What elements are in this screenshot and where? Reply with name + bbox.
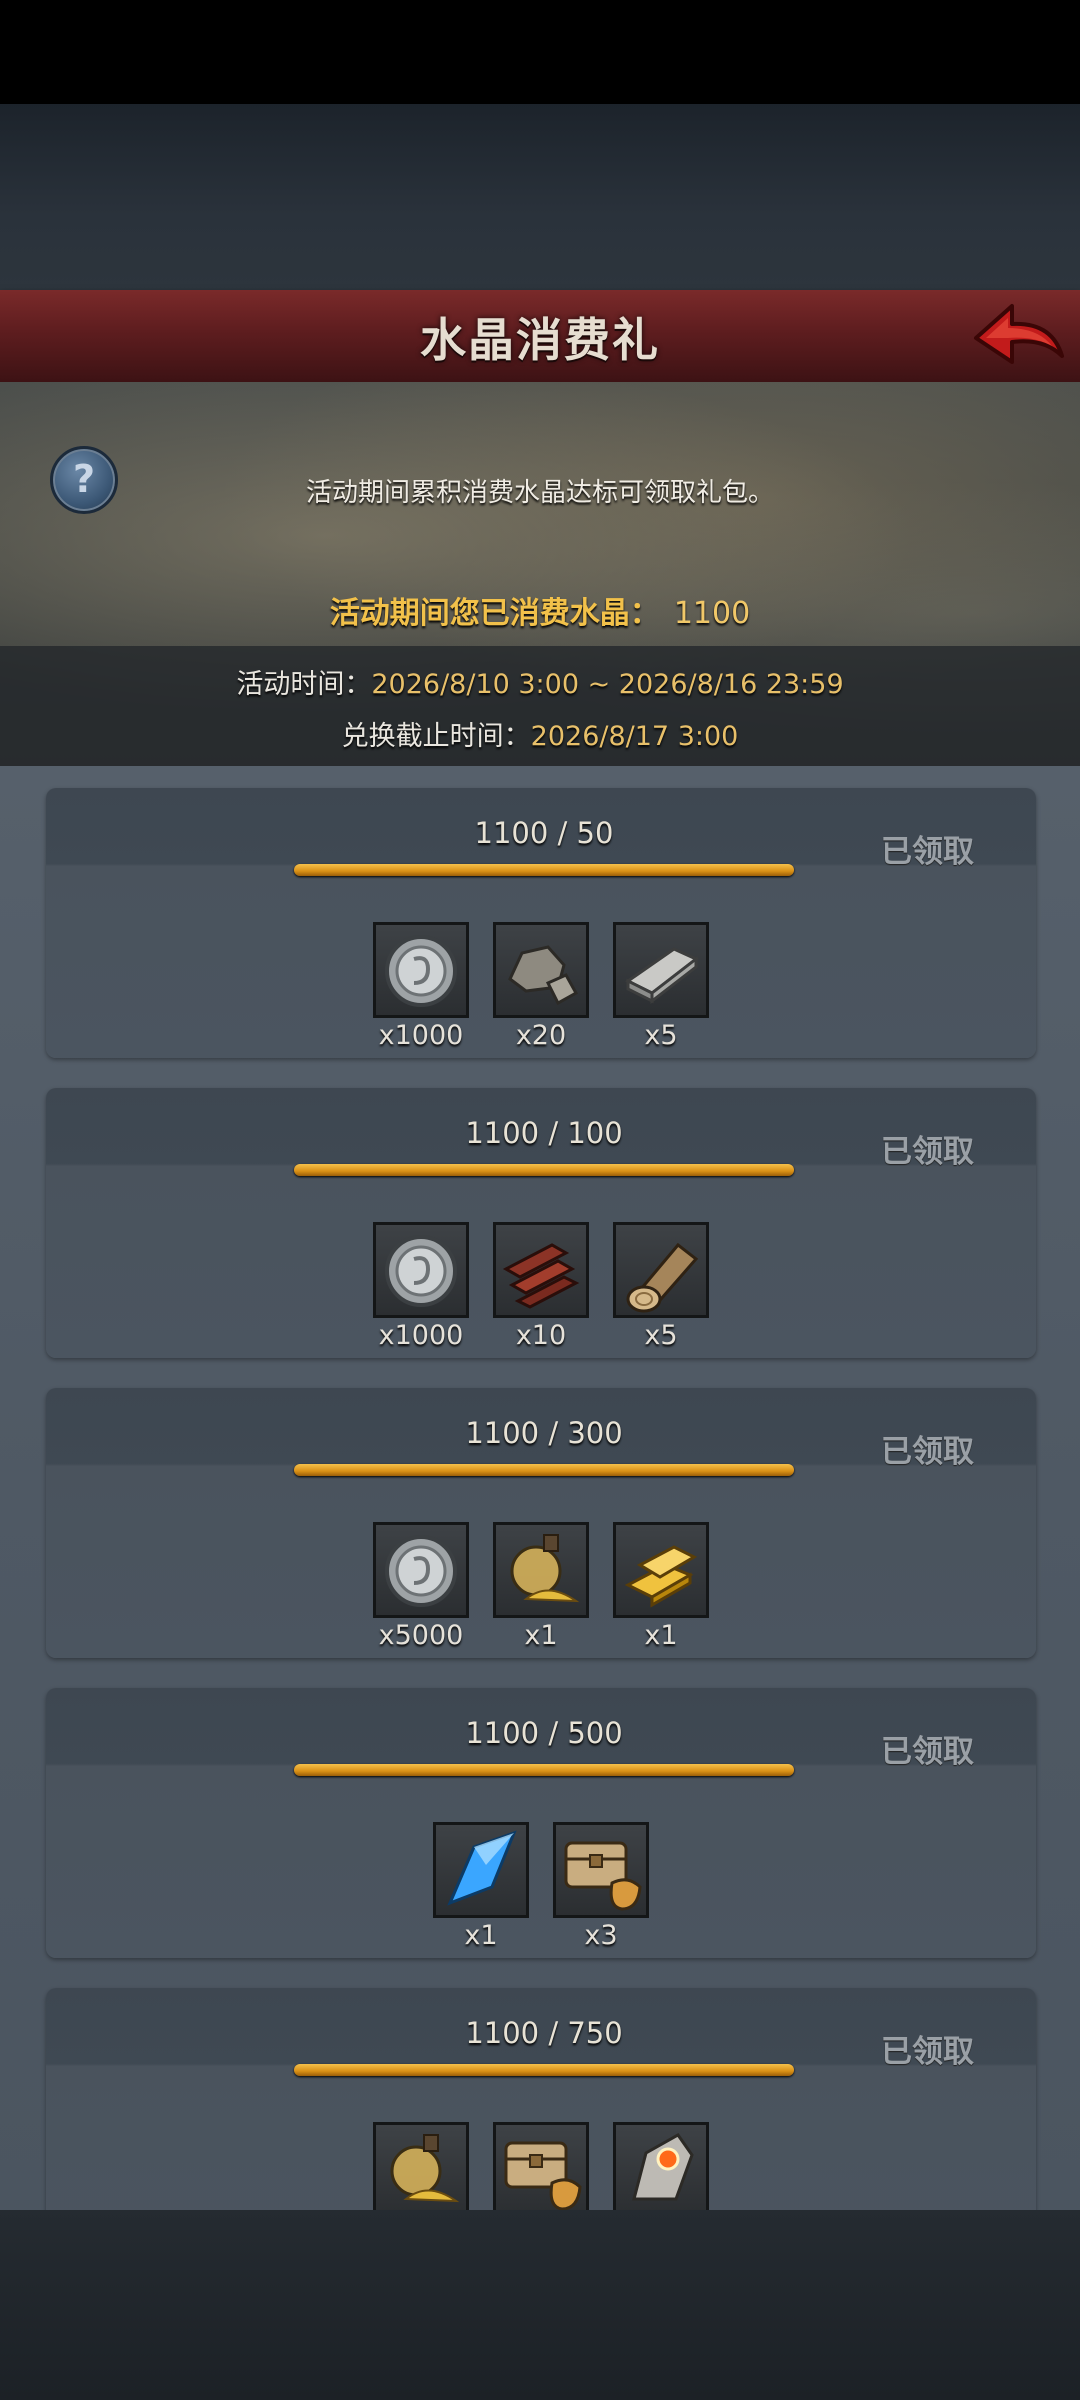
tier-progress: 1100 / 100 (465, 1116, 623, 1150)
reward-quantity: x1 (524, 1620, 558, 1651)
deadline-label: 兑换截止时间： (341, 721, 531, 752)
tier-progress-bar (294, 864, 794, 876)
deadline-time: 兑换截止时间：2026/8/17 3:00 (0, 714, 1080, 753)
silver-coin-icon (385, 935, 457, 1007)
gem-stone-icon (632, 2133, 694, 2201)
activity-time-label: 活动时间： (236, 669, 372, 700)
reward-item[interactable]: x1 (493, 1522, 589, 1651)
tier-rewards: x1000 x10 x5 (46, 1222, 1036, 1351)
gold-dust-flask-icon (510, 1534, 580, 1603)
silver-coin-icon (385, 1235, 457, 1307)
reward-tier-card: 1100 / 500 已领取 x1 x3 (46, 1688, 1036, 1958)
reward-item[interactable]: x20 (493, 922, 589, 1051)
claimed-status-button[interactable]: 已领取 (881, 1126, 974, 1171)
claimed-status-button[interactable]: 已领取 (881, 1726, 974, 1771)
treasure-chest-icon (564, 1841, 642, 1911)
tier-progress-bar (294, 1464, 794, 1476)
reward-item[interactable]: x10 (493, 1222, 589, 1351)
reward-tier-list[interactable]: 1100 / 50 已领取 x1000 x20 x5 1100 / 100 已领… (0, 766, 1080, 2210)
reward-tier-card: 1100 / 100 已领取 x1000 x10 x5 (46, 1088, 1036, 1358)
reward-item[interactable]: x1000 (373, 1222, 469, 1351)
event-banner: ? 活动期间累积消费水晶达标可领取礼包。 活动期间您已消费水晶： 1100 活动时… (0, 382, 1080, 766)
top-backdrop (0, 104, 1080, 290)
reward-tier-card: 1100 / 50 已领取 x1000 x20 x5 (46, 788, 1036, 1058)
iron-bar-icon (625, 947, 699, 1005)
reward-quantity: x1000 (378, 1020, 464, 1051)
treasure-chest-icon (504, 2141, 582, 2210)
deadline-value: 2026/8/17 3:00 (530, 721, 739, 752)
claimed-status-button[interactable]: 已领取 (881, 2026, 974, 2071)
reward-quantity: x5 (644, 1020, 678, 1051)
reward-item[interactable]: x3 (553, 1822, 649, 1951)
reward-item[interactable]: x1 (613, 1522, 709, 1651)
event-description: 活动期间累积消费水晶达标可领取礼包。 (305, 478, 774, 508)
reward-quantity: x5000 (378, 1620, 464, 1651)
reward-item[interactable]: x5 (613, 1222, 709, 1351)
reward-quantity: x1000 (378, 1320, 464, 1351)
reward-quantity: x5 (644, 1320, 678, 1351)
reward-item[interactable]: x1 (433, 1822, 529, 1951)
tier-progress: 1100 / 750 (465, 2016, 623, 2050)
reward-quantity: x1 (464, 1920, 498, 1951)
blue-crystal-icon (447, 1830, 517, 1906)
reward-item[interactable] (613, 2122, 709, 2210)
title-bar: 水晶消费礼 (0, 290, 1080, 386)
reward-quantity: x1 (644, 1620, 678, 1651)
activity-time: 活动时间：2026/8/10 3:00 ~ 2026/8/16 23:59 (0, 662, 1080, 701)
tier-progress-bar (294, 1164, 794, 1176)
tier-rewards: x1 x3 (46, 1822, 1036, 1951)
tier-rewards: x5000 x1 x1 (46, 1522, 1036, 1651)
log-icon (626, 1242, 699, 1313)
tier-progress-bar (294, 1764, 794, 1776)
reward-item[interactable] (493, 2122, 589, 2210)
status-bar-area (0, 0, 1080, 104)
tier-progress-bar (294, 2064, 794, 2076)
claimed-status-button[interactable]: 已领取 (881, 826, 974, 871)
tier-progress: 1100 / 500 (465, 1716, 623, 1750)
reward-tier-card: 1100 / 300 已领取 x5000 x1 x1 (46, 1388, 1036, 1658)
spent-label: 活动期间您已消费水晶： (329, 596, 660, 631)
reward-item[interactable]: x1000 (373, 922, 469, 1051)
page-title: 水晶消费礼 (420, 313, 660, 367)
gold-dust-flask-icon (390, 2134, 460, 2203)
planks-icon (502, 1243, 580, 1309)
tier-rewards (46, 2122, 1036, 2210)
spent-crystal-summary: 活动期间您已消费水晶： 1100 (0, 588, 1080, 632)
reward-item[interactable]: x5 (613, 922, 709, 1051)
spent-value: 1100 (673, 596, 751, 631)
reward-tier-card: 1100 / 750 已领取 (46, 1988, 1036, 2210)
reward-quantity: x10 (515, 1320, 567, 1351)
back-button[interactable] (968, 298, 1068, 376)
silver-coin-icon (385, 1535, 457, 1607)
time-info-strip: 活动时间：2026/8/10 3:00 ~ 2026/8/16 23:59 兑换… (0, 646, 1080, 766)
bottom-backdrop (0, 2210, 1080, 2400)
tier-progress: 1100 / 300 (465, 1416, 623, 1450)
reward-quantity: x3 (584, 1920, 618, 1951)
tier-progress: 1100 / 50 (474, 816, 614, 850)
gold-bars-icon (624, 1545, 698, 1608)
stone-icon (508, 945, 579, 1006)
reward-item[interactable] (373, 2122, 469, 2210)
back-arrow-icon (974, 304, 1064, 364)
activity-time-value: 2026/8/10 3:00 ~ 2026/8/16 23:59 (371, 669, 844, 700)
reward-item[interactable]: x5000 (373, 1522, 469, 1651)
tier-rewards: x1000 x20 x5 (46, 922, 1036, 1051)
reward-quantity: x20 (515, 1020, 567, 1051)
claimed-status-button[interactable]: 已领取 (881, 1426, 974, 1471)
